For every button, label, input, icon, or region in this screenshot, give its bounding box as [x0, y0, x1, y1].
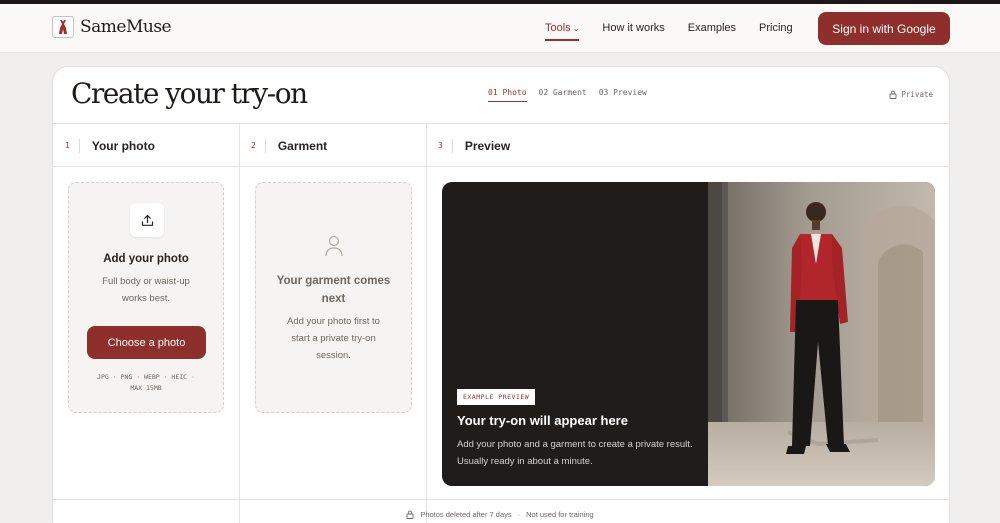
column-number: 1 — [65, 138, 80, 153]
nav-link-how-it-works[interactable]: How it works — [602, 22, 664, 41]
column-number: 2 — [251, 138, 266, 153]
step-preview[interactable]: 03 Preview — [599, 88, 647, 102]
preview-description: Add your photo and a garment to create a… — [457, 439, 693, 467]
step-indicator: 01 Photo 02 Garment 03 Preview — [488, 88, 647, 102]
nav-link-pricing[interactable]: Pricing — [759, 22, 793, 41]
column-header-preview: 3 Preview — [438, 124, 510, 167]
accepted-formats-line1: JPG · PNG · WEBP · HEIC · — [97, 373, 195, 381]
column-header-garment: 2 Garment — [251, 124, 327, 167]
nav-link-tools[interactable]: Tools ⌄ — [545, 22, 580, 41]
preview-panel: EXAMPLE PREVIEW Your try-on will appear … — [442, 182, 935, 486]
brand-name: SameMuse — [80, 17, 172, 37]
example-preview-badge: EXAMPLE PREVIEW — [457, 389, 536, 405]
upload-icon[interactable] — [130, 203, 164, 237]
garment-panel-title-line1: Your garment comes — [276, 275, 391, 287]
lock-icon — [889, 90, 897, 99]
garment-panel-desc-line3: session. — [316, 350, 351, 361]
column-divider — [426, 124, 427, 523]
sign-in-google-button[interactable]: Sign in with Google — [818, 12, 950, 45]
column-title: Garment — [277, 138, 328, 153]
person-icon — [324, 235, 344, 262]
private-indicator: Private — [889, 90, 933, 99]
example-model-photo — [708, 182, 935, 486]
lock-icon — [406, 510, 414, 519]
garment-placeholder-panel: Your garment comes next Add your photo f… — [255, 182, 412, 413]
step-garment[interactable]: 02 Garment — [539, 88, 587, 102]
garment-panel-desc-line2: start a private try-on — [291, 333, 376, 344]
column-header-photo: 1 Your photo — [65, 124, 155, 167]
garment-panel-desc-line1: Add your photo first to — [287, 316, 380, 327]
nav-link-examples[interactable]: Examples — [688, 22, 736, 41]
try-on-card: Create your try-on 01 Photo 02 Garment 0… — [52, 66, 950, 523]
footer-separator: · — [517, 510, 521, 519]
footer-deleted-note: Photos deleted after 7 days — [420, 510, 512, 519]
photo-panel-title: Add your photo — [103, 253, 189, 265]
photo-panel-desc-line1: Full body or waist-up — [102, 276, 190, 287]
nav-links: Tools ⌄ How it works Examples Pricing — [545, 22, 793, 41]
preview-title: Your try-on will appear here — [457, 413, 628, 428]
footer-training-note: Not used for training — [526, 510, 594, 519]
private-label: Private — [901, 90, 933, 99]
dress-logo-icon — [52, 16, 74, 38]
photo-upload-dropzone[interactable]: Add your photo Full body or waist-up wor… — [68, 182, 224, 413]
column-number: 3 — [438, 138, 453, 153]
column-title: Preview — [464, 138, 511, 153]
garment-panel-title-line2: next — [321, 293, 346, 305]
column-headers: 1 Your photo 2 Garment 3 Preview — [53, 124, 949, 167]
chevron-down-icon: ⌄ — [572, 24, 580, 33]
photo-panel-desc-line2: works best. — [121, 293, 171, 304]
brand-logo[interactable]: SameMuse — [52, 16, 172, 38]
card-header: Create your try-on 01 Photo 02 Garment 0… — [53, 67, 949, 124]
top-nav: SameMuse Tools ⌄ How it works Examples Pr… — [0, 0, 1000, 53]
column-divider — [239, 124, 240, 523]
step-photo[interactable]: 01 Photo — [488, 88, 527, 102]
page-title: Create your try-on — [71, 77, 308, 110]
privacy-footer: Photos deleted after 7 days · Not used f… — [0, 510, 1000, 519]
accepted-formats-line2: MAX 15MB — [130, 384, 162, 392]
column-title: Your photo — [91, 138, 155, 153]
choose-photo-button[interactable]: Choose a photo — [87, 326, 206, 359]
